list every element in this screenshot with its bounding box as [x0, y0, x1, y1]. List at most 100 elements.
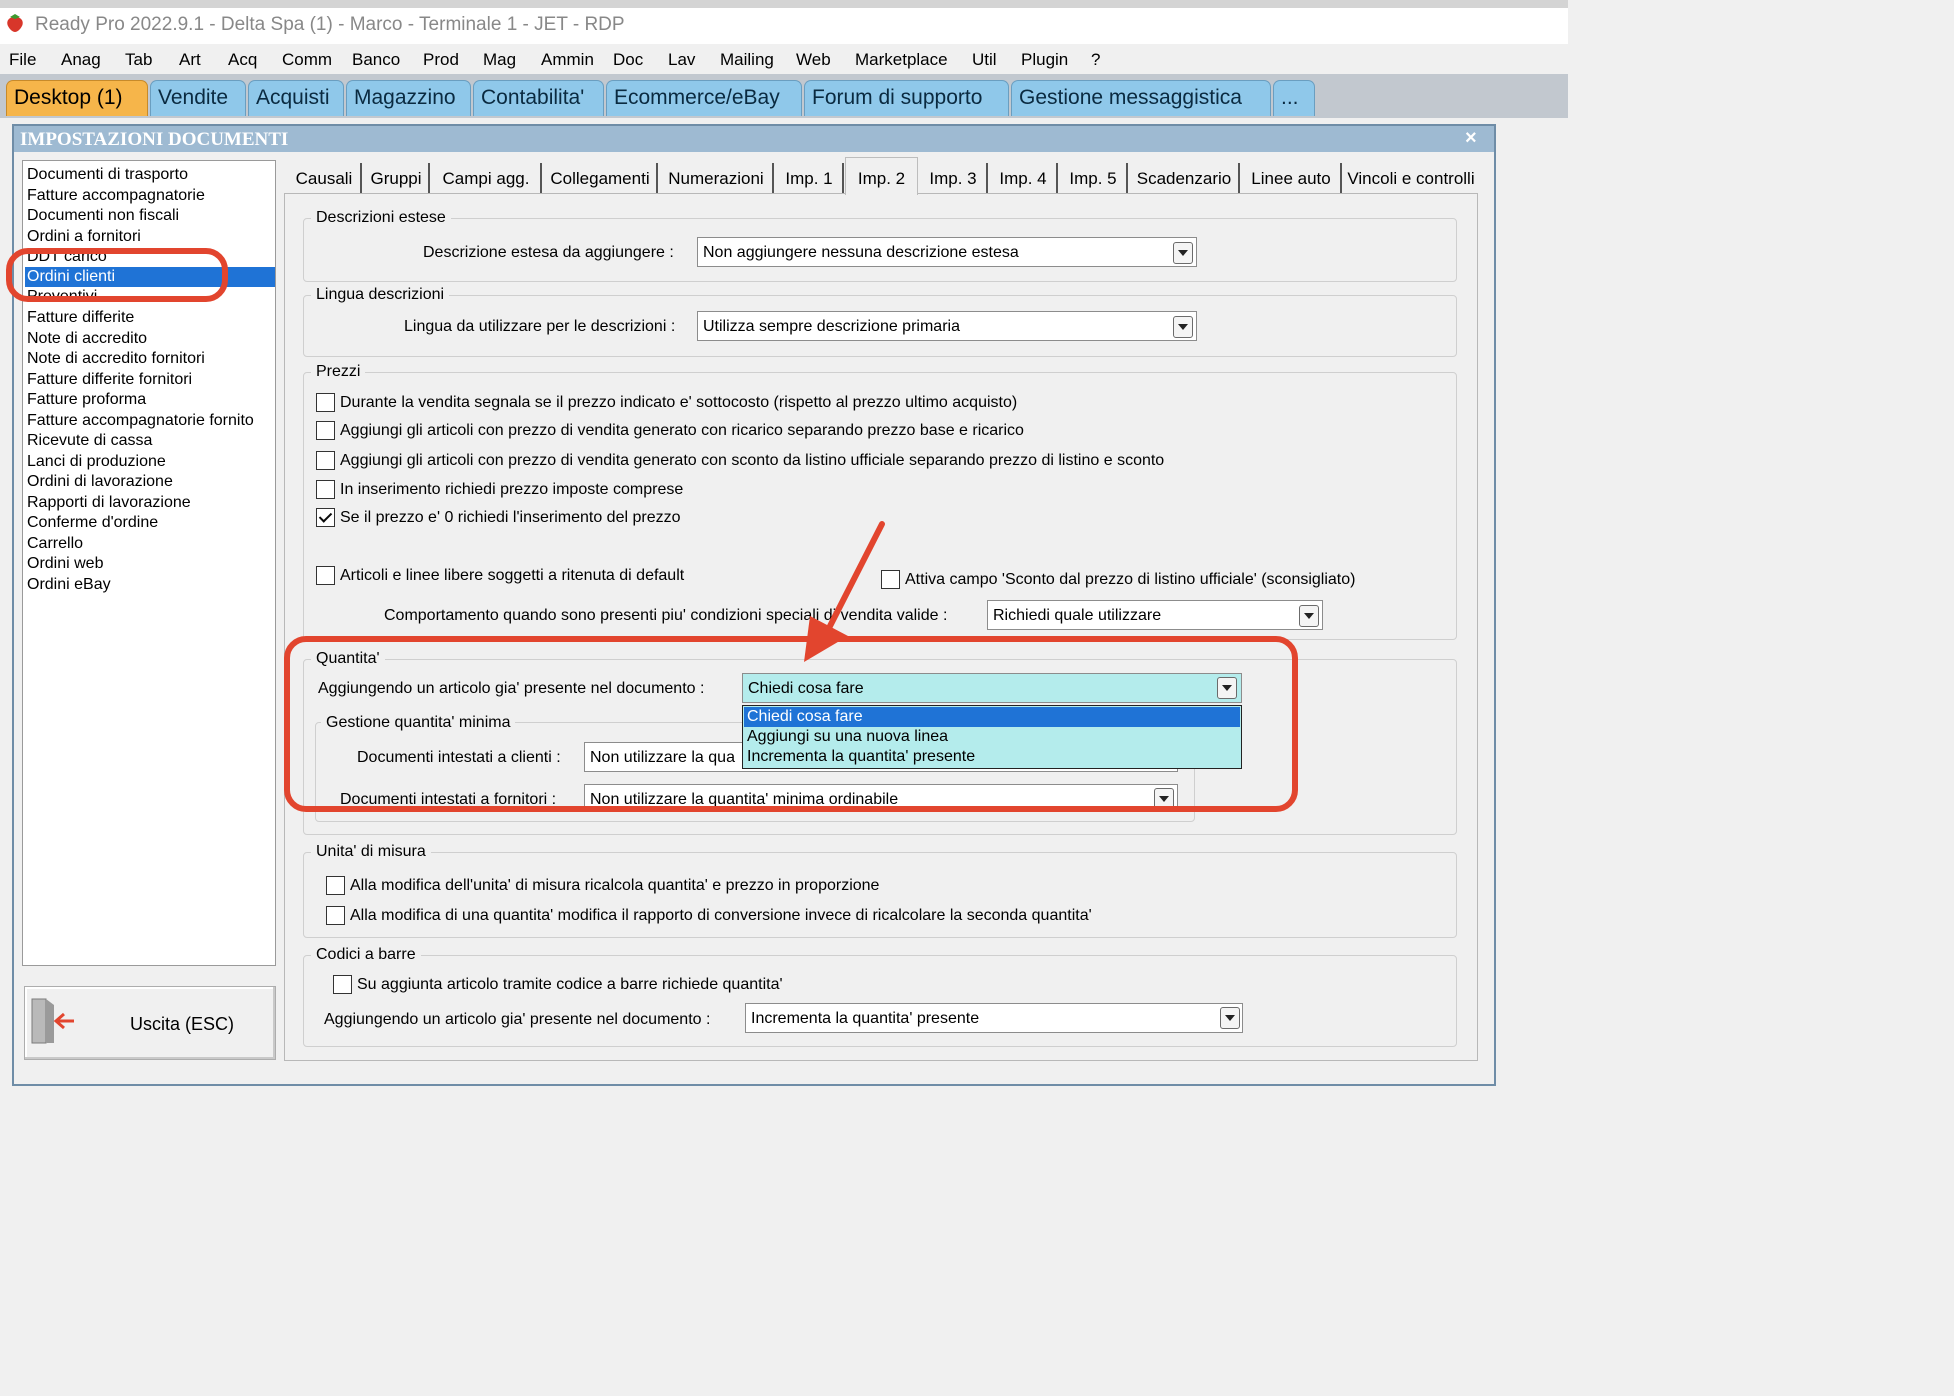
lingua-select[interactable]: Utilizza sempre descrizione primaria — [697, 311, 1197, 341]
menu-banco[interactable]: Banco — [352, 50, 400, 70]
tab-imp-2[interactable]: Imp. 2 — [845, 157, 918, 195]
tab-linee-auto[interactable]: Linee auto — [1242, 163, 1342, 193]
menu-marketplace[interactable]: Marketplace — [855, 50, 948, 70]
tab-more[interactable]: ... — [1273, 80, 1315, 116]
list-item[interactable]: Fatture proforma — [27, 390, 146, 410]
checkbox-label: Alla modifica dell'unita' di misura rica… — [350, 877, 880, 894]
list-item[interactable]: Ricevute di cassa — [27, 431, 152, 451]
quantita-minima-fornitori-select[interactable]: Non utilizzare la quantita' minima ordin… — [584, 784, 1178, 808]
checkbox[interactable] — [326, 876, 345, 895]
tab-numerazioni[interactable]: Numerazioni — [660, 163, 774, 193]
checkbox[interactable] — [316, 451, 335, 470]
list-item[interactable]: Ordini web — [27, 554, 103, 574]
group-title: Unita' di misura — [311, 843, 431, 861]
list-item[interactable]: Fatture accompagnatorie — [27, 186, 205, 206]
list-item-selected[interactable]: Ordini clienti — [25, 267, 275, 287]
menu-art[interactable]: Art — [179, 50, 201, 70]
menu-mailing[interactable]: Mailing — [720, 50, 774, 70]
tab-scadenzario[interactable]: Scadenzario — [1130, 163, 1240, 193]
menu-tab[interactable]: Tab — [125, 50, 152, 70]
field-label: Aggiungendo un articolo gia' presente ne… — [318, 680, 705, 697]
checkbox[interactable] — [316, 480, 335, 499]
list-item[interactable]: Ordini eBay — [27, 575, 111, 595]
window-title: Ready Pro 2022.9.1 - Delta Spa (1) - Mar… — [35, 14, 625, 35]
articolo-presente-select[interactable]: Chiedi cosa fare — [742, 673, 1242, 703]
checkbox-label: Se il prezzo e' 0 richiedi l'inserimento… — [340, 509, 681, 526]
menu-acq[interactable]: Acq — [228, 50, 257, 70]
menu-bar: File Anag Tab Art Acq Comm Banco Prod Ma… — [0, 44, 1568, 74]
menu-util[interactable]: Util — [972, 50, 997, 70]
menu-file[interactable]: File — [9, 50, 36, 70]
menu-doc[interactable]: Doc — [613, 50, 643, 70]
tab-collegamenti[interactable]: Collegamenti — [544, 163, 658, 193]
menu-help[interactable]: ? — [1091, 50, 1100, 70]
condizioni-speciali-select[interactable]: Richiedi quale utilizzare — [987, 600, 1323, 630]
checkbox-label: Su aggiunta articolo tramite codice a ba… — [357, 976, 783, 993]
list-item[interactable]: Fatture accompagnatorie fornito — [27, 411, 254, 431]
list-item[interactable]: Ordini di lavorazione — [27, 472, 173, 492]
chevron-down-icon[interactable] — [1154, 788, 1174, 810]
tab-magazzino[interactable]: Magazzino — [346, 80, 471, 116]
menu-comm[interactable]: Comm — [282, 50, 332, 70]
group-title: Lingua descrizioni — [311, 286, 450, 304]
list-item[interactable]: Note di accredito fornitori — [27, 349, 205, 369]
menu-ammin[interactable]: Ammin — [541, 50, 594, 70]
list-item[interactable]: Documenti non fiscali — [27, 206, 179, 226]
checkbox[interactable] — [316, 393, 335, 412]
dropdown-list[interactable]: Chiedi cosa fare Aggiungi su una nuova l… — [742, 705, 1242, 769]
document-type-list[interactable]: Documenti di trasporto Fatture accompagn… — [22, 160, 276, 966]
menu-anag[interactable]: Anag — [61, 50, 101, 70]
tab-contabilita[interactable]: Contabilita' — [473, 80, 604, 116]
field-label: Documenti intestati a clienti : — [357, 749, 561, 766]
list-item[interactable]: DDT carico — [27, 247, 107, 267]
list-item[interactable]: Carrello — [27, 534, 83, 554]
menu-prod[interactable]: Prod — [423, 50, 459, 70]
checkbox[interactable] — [316, 566, 335, 585]
tab-vincoli[interactable]: Vincoli e controlli — [1344, 163, 1478, 193]
checkbox[interactable] — [326, 906, 345, 925]
menu-plugin[interactable]: Plugin — [1021, 50, 1068, 70]
dropdown-option[interactable]: Aggiungi su una nuova linea — [744, 727, 1240, 747]
tab-vendite[interactable]: Vendite — [150, 80, 246, 116]
tab-acquisti[interactable]: Acquisti — [248, 80, 344, 116]
list-item[interactable]: Ordini a fornitori — [27, 227, 141, 247]
list-item[interactable]: Preventivi — [27, 287, 97, 299]
tab-campi-agg[interactable]: Campi agg. — [432, 163, 542, 193]
tab-causali[interactable]: Causali — [288, 163, 362, 193]
list-item[interactable]: Fatture differite — [27, 308, 134, 328]
list-item[interactable]: Note di accredito — [27, 329, 147, 349]
tab-ecommerce[interactable]: Ecommerce/eBay — [606, 80, 802, 116]
list-item[interactable]: Documenti di trasporto — [27, 165, 188, 185]
chevron-down-icon[interactable] — [1173, 242, 1193, 264]
list-item[interactable]: Rapporti di lavorazione — [27, 493, 191, 513]
tab-gruppi[interactable]: Gruppi — [364, 163, 430, 193]
field-label: Lingua da utilizzare per le descrizioni … — [404, 318, 676, 335]
descrizione-estesa-select[interactable]: Non aggiungere nessuna descrizione estes… — [697, 237, 1197, 267]
checkbox[interactable] — [333, 975, 352, 994]
menu-mag[interactable]: Mag — [483, 50, 516, 70]
chevron-down-icon[interactable] — [1173, 316, 1193, 338]
list-item[interactable]: Fatture differite fornitori — [27, 370, 192, 390]
tab-messaggistica[interactable]: Gestione messaggistica — [1011, 80, 1271, 116]
menu-lav[interactable]: Lav — [668, 50, 695, 70]
strawberry-app-icon — [7, 14, 23, 32]
tab-imp-4[interactable]: Imp. 4 — [990, 163, 1058, 193]
chevron-down-icon[interactable] — [1299, 605, 1319, 627]
checkbox[interactable] — [316, 421, 335, 440]
checkbox-checked[interactable] — [316, 508, 335, 527]
list-item[interactable]: Lanci di produzione — [27, 452, 166, 472]
menu-web[interactable]: Web — [796, 50, 831, 70]
list-item[interactable]: Conferme d'ordine — [27, 513, 158, 533]
tab-imp-3[interactable]: Imp. 3 — [920, 163, 988, 193]
tab-imp-1[interactable]: Imp. 1 — [776, 163, 844, 193]
close-icon[interactable]: × — [1465, 127, 1477, 150]
dropdown-option[interactable]: Incrementa la quantita' presente — [744, 747, 1240, 767]
barcode-articolo-presente-select[interactable]: Incrementa la quantita' presente — [745, 1003, 1243, 1033]
checkbox-label: Attiva campo 'Sconto dal prezzo di listi… — [905, 571, 1356, 588]
tab-desktop[interactable]: Desktop (1) — [6, 80, 148, 116]
tab-forum[interactable]: Forum di supporto — [804, 80, 1009, 116]
chevron-down-icon[interactable] — [1220, 1007, 1240, 1029]
chevron-down-icon[interactable] — [1217, 677, 1237, 699]
tab-imp-5[interactable]: Imp. 5 — [1060, 163, 1128, 193]
dropdown-option-selected[interactable]: Chiedi cosa fare — [744, 707, 1240, 727]
